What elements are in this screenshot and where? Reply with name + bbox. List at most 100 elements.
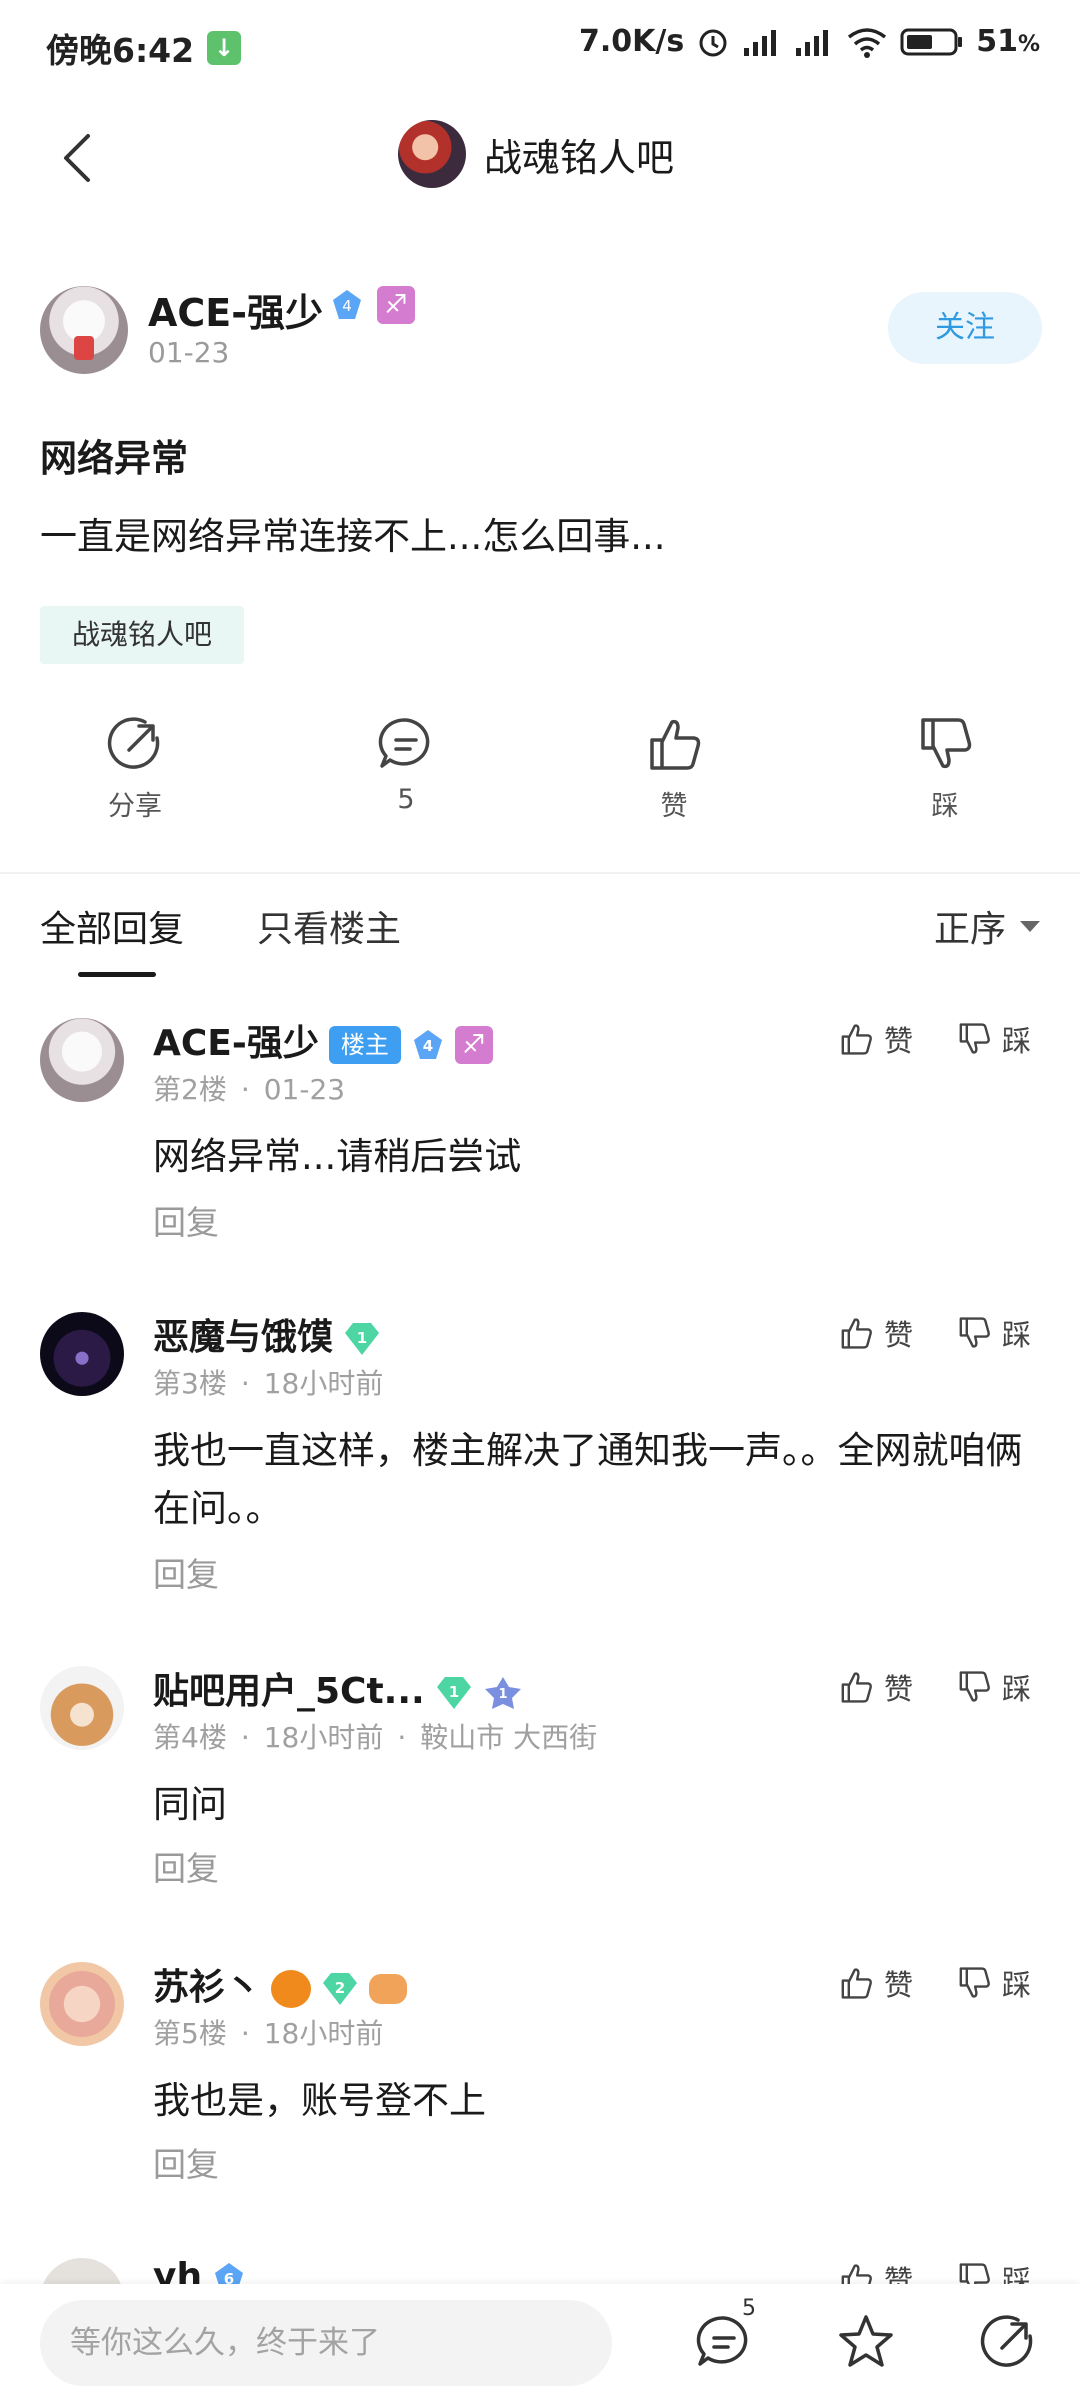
rank-badge-icon: 1 bbox=[484, 1677, 521, 1709]
thumbs-down-icon bbox=[959, 1671, 990, 1702]
reply-like-button[interactable]: 赞 bbox=[838, 1312, 913, 1354]
svg-text:1: 1 bbox=[498, 1687, 507, 1702]
pumpkin-icon bbox=[271, 1970, 312, 2008]
sort-dropdown[interactable]: 正序 bbox=[934, 900, 1040, 952]
level-badge-icon: 4 bbox=[413, 1030, 442, 1059]
reply-button[interactable]: 回复 bbox=[153, 1196, 219, 1244]
reply-button[interactable]: 回复 bbox=[153, 1548, 219, 1596]
thumbs-down-icon bbox=[959, 1317, 990, 1348]
status-bar: 傍晚6:42 ↓ 7.0K/s 51% bbox=[0, 0, 1080, 96]
comment-button[interactable]: 5 bbox=[346, 714, 466, 815]
comment-icon[interactable] bbox=[694, 2312, 754, 2372]
forum-tag[interactable]: 战魂铭人吧 bbox=[40, 606, 244, 664]
reply-button[interactable]: 回复 bbox=[153, 1842, 219, 1890]
wifi-icon bbox=[848, 27, 887, 58]
reply-author[interactable]: ACE-强少 楼主 4 ♐ bbox=[153, 1014, 493, 1066]
battery-icon bbox=[900, 28, 963, 55]
svg-text:4: 4 bbox=[342, 297, 352, 315]
reply-text: 我也一直这样，楼主解决了通知我一声。。全网就咱俩在问。。 bbox=[153, 1429, 1023, 1530]
back-button[interactable] bbox=[50, 126, 110, 190]
host-badge: 楼主 bbox=[328, 1026, 401, 1064]
comment-count: 5 bbox=[397, 784, 415, 815]
sort-label: 正序 bbox=[933, 909, 1006, 950]
bottom-bar: 5 bbox=[0, 2284, 1080, 2400]
reply-like-button[interactable]: 赞 bbox=[838, 1962, 913, 2004]
reply-like-button[interactable]: 赞 bbox=[838, 1666, 913, 1708]
zodiac-badge-icon: ♐ bbox=[454, 1026, 493, 1064]
thumbs-up-icon bbox=[841, 1024, 872, 1055]
reply-tabs: 全部回复 只看楼主 正序 bbox=[0, 896, 1080, 977]
forum-avatar bbox=[398, 120, 466, 188]
alarm-icon bbox=[699, 29, 727, 56]
avatar[interactable] bbox=[40, 1666, 124, 1750]
forum-header[interactable]: 战魂铭人吧 bbox=[398, 120, 674, 188]
level-badge-icon: 2 bbox=[323, 1973, 358, 2005]
op-author-name[interactable]: ACE-强少 bbox=[148, 282, 323, 337]
svg-text:4: 4 bbox=[423, 1037, 433, 1055]
follow-button[interactable]: 关注 bbox=[888, 292, 1042, 364]
gamepad-icon bbox=[369, 1974, 408, 2004]
reply-dislike-button[interactable]: 踩 bbox=[956, 1312, 1031, 1354]
post-body: 一直是网络异常连接不上...怎么回事... bbox=[40, 515, 666, 558]
reply-author[interactable]: 恶魔与饿馍 1 bbox=[153, 1308, 381, 1360]
post-title: 网络异常 bbox=[40, 437, 188, 480]
thumbs-up-icon bbox=[841, 1968, 872, 1999]
like-button[interactable]: 赞 bbox=[614, 714, 734, 823]
op-date: 01-23 bbox=[148, 336, 230, 369]
star-icon[interactable] bbox=[836, 2312, 896, 2372]
level-badge-icon: 1 bbox=[345, 1323, 380, 1355]
share-button[interactable]: 分享 bbox=[75, 714, 195, 823]
reply-dislike-button[interactable]: 踩 bbox=[956, 1666, 1031, 1708]
tab-indicator bbox=[78, 972, 156, 977]
reply-text: 同问 bbox=[153, 1783, 227, 1826]
reply-author[interactable]: 苏衫丶 2 bbox=[153, 1958, 408, 2010]
svg-text:2: 2 bbox=[335, 1979, 345, 1997]
comment-icon bbox=[378, 718, 430, 768]
post-action-bar: 分享 5 赞 踩 bbox=[0, 714, 1080, 834]
thumbs-down-icon bbox=[921, 718, 972, 769]
reply-dislike-button[interactable]: 踩 bbox=[956, 1018, 1031, 1060]
thumbs-up-icon bbox=[841, 1672, 872, 1703]
level-badge-icon: 1 bbox=[436, 1677, 471, 1709]
comment-input[interactable] bbox=[40, 2300, 612, 2386]
comment-count-badge: 5 bbox=[742, 2296, 756, 2321]
reply-dislike-button[interactable]: 踩 bbox=[956, 1962, 1031, 2004]
reply-author[interactable]: 贴吧用户_5Ct... 1 1 bbox=[153, 1662, 523, 1714]
op-avatar[interactable] bbox=[40, 286, 128, 374]
forum-title: 战魂铭人吧 bbox=[484, 135, 675, 180]
caret-down-icon bbox=[1020, 920, 1040, 932]
svg-text:1: 1 bbox=[449, 1683, 459, 1701]
reply-text: 网络异常...请稍后尝试 bbox=[153, 1135, 522, 1178]
avatar[interactable] bbox=[40, 1018, 124, 1102]
reply-meta: 第4楼 · 18小时前 · 鞍山市 大西街 bbox=[153, 1721, 598, 1754]
share-icon bbox=[107, 717, 160, 769]
svg-text:1: 1 bbox=[357, 1329, 367, 1347]
net-speed: 7.0K/s bbox=[578, 24, 685, 59]
thumbs-up-icon bbox=[841, 1318, 872, 1349]
download-icon: ↓ bbox=[207, 31, 241, 65]
avatar[interactable] bbox=[40, 1312, 124, 1396]
reply-meta: 第2楼 · 01-23 bbox=[153, 1073, 346, 1106]
reply-button[interactable]: 回复 bbox=[153, 2138, 219, 2186]
share-label: 分享 bbox=[108, 791, 162, 822]
chevron-left-icon bbox=[64, 134, 90, 182]
share-icon[interactable] bbox=[978, 2312, 1038, 2372]
dislike-button[interactable]: 踩 bbox=[885, 714, 1005, 823]
level-badge-icon: 4 bbox=[333, 290, 361, 319]
thumbs-up-icon bbox=[650, 719, 701, 770]
battery-level: 51% bbox=[976, 24, 1040, 59]
status-right: 7.0K/s 51% bbox=[579, 24, 1040, 59]
reply-meta: 第5楼 · 18小时前 bbox=[153, 2017, 384, 2050]
reply-text: 我也是，账号登不上 bbox=[153, 2079, 486, 2122]
divider bbox=[0, 872, 1080, 874]
avatar[interactable] bbox=[40, 1962, 124, 2046]
tab-host-only[interactable]: 只看楼主 bbox=[257, 900, 401, 952]
dislike-label: 踩 bbox=[931, 791, 959, 822]
reply-like-button[interactable]: 赞 bbox=[838, 1018, 913, 1060]
reply-meta: 第3楼 · 18小时前 bbox=[153, 1367, 384, 1400]
top-nav: 战魂铭人吧 bbox=[0, 110, 1080, 206]
signal-icon bbox=[796, 29, 829, 56]
thumbs-down-icon bbox=[959, 1967, 990, 1998]
thumbs-down-icon bbox=[959, 1023, 990, 1054]
tab-all-replies[interactable]: 全部回复 bbox=[40, 900, 184, 952]
